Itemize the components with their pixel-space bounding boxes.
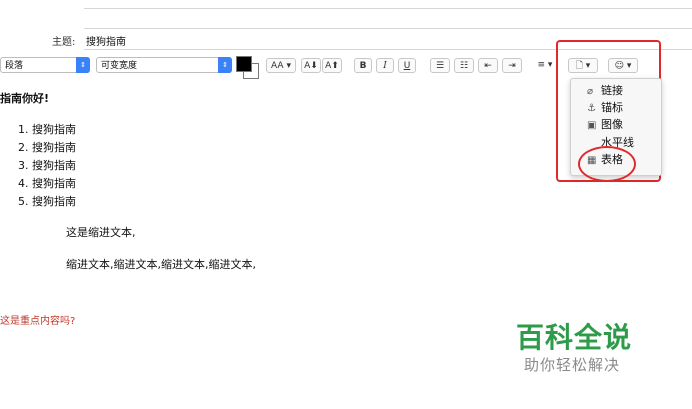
ordered-list: 1. 搜狗指南 2. 搜狗指南 3. 搜狗指南 4. 搜狗指南 5. 搜狗指南 — [18, 121, 76, 211]
menu-item-anchor[interactable]: ⚓ 锚标 — [587, 100, 623, 116]
align-button[interactable]: ≡ ▾ — [532, 58, 558, 73]
menu-item-image[interactable]: ▣ 图像 — [587, 117, 623, 133]
font-width-select[interactable]: 可变宽度 ⇕ — [96, 57, 232, 73]
chevron-updown-icon: ⇕ — [218, 57, 232, 73]
chevron-updown-icon: ⇕ — [76, 57, 90, 73]
paragraph-style-select[interactable]: 段落 ⇕ — [0, 57, 90, 73]
menu-item-link[interactable]: ⌀ 链接 — [587, 83, 623, 99]
shrink-font-button[interactable]: A⬇ — [301, 58, 321, 73]
subject-input[interactable]: 搜狗指南 — [86, 33, 126, 48]
highlight-circle — [578, 146, 636, 182]
indented-text: 这是缩进文本, — [66, 226, 136, 239]
paperclip-icon: ⌀ — [587, 86, 594, 97]
emphasis-text: 这是重点内容吗? — [0, 316, 76, 327]
header-divider — [84, 28, 692, 29]
numbered-list-button[interactable]: ☷ — [454, 58, 474, 73]
list-item: 3. 搜狗指南 — [18, 159, 76, 172]
list-item: 2. 搜狗指南 — [18, 141, 76, 154]
image-icon: ▣ — [587, 120, 597, 131]
bullet-list-button[interactable]: ☰ — [430, 58, 450, 73]
subject-label: 主题: — [52, 37, 76, 48]
color-picker[interactable] — [236, 56, 259, 79]
font-width-value: 可变宽度 — [101, 61, 138, 71]
watermark-subtitle: 助你轻松解决 — [524, 356, 621, 374]
indented-text: 缩进文本,缩进文本,缩进文本,缩进文本, — [66, 258, 256, 271]
menu-item-label: 图像 — [601, 118, 623, 131]
list-item: 1. 搜狗指南 — [18, 123, 76, 136]
menu-item-label: 锚标 — [601, 101, 623, 114]
indent-button[interactable]: ⇥ — [502, 58, 522, 73]
font-size-button[interactable]: AA ▾ — [266, 58, 296, 73]
list-item: 5. 搜狗指南 — [18, 195, 76, 208]
outdent-button[interactable]: ⇤ — [478, 58, 498, 73]
underline-button[interactable]: U — [398, 58, 416, 73]
anchor-icon: ⚓ — [587, 103, 596, 114]
header-divider — [84, 8, 692, 9]
greeting-text: 指南你好! — [0, 92, 50, 105]
menu-item-label: 链接 — [601, 84, 623, 97]
bold-button[interactable]: B — [354, 58, 372, 73]
paragraph-style-value: 段落 — [5, 61, 24, 71]
list-item: 4. 搜狗指南 — [18, 177, 76, 190]
text-color-swatch[interactable] — [236, 56, 252, 72]
watermark-logo: 百科全说 — [516, 321, 633, 354]
grow-font-button[interactable]: A⬆ — [322, 58, 342, 73]
italic-button[interactable]: I — [376, 58, 394, 73]
